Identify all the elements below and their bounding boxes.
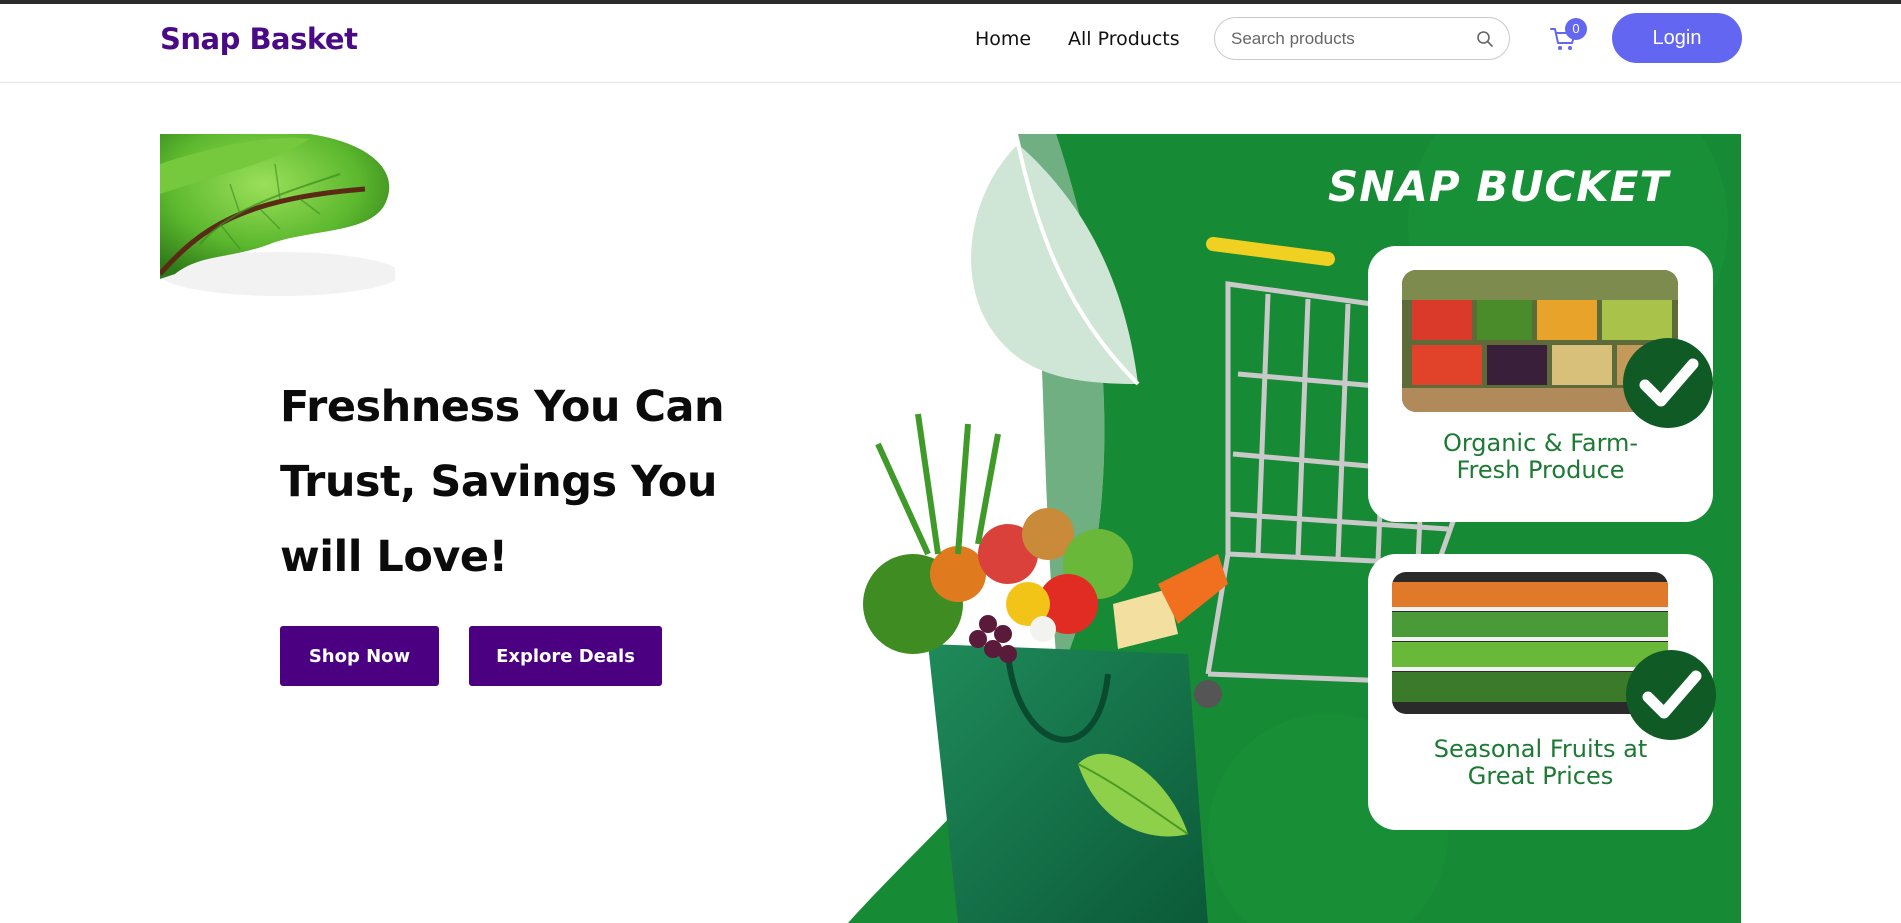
site-logo[interactable]: Snap Basket [160,22,358,56]
explore-deals-button[interactable]: Explore Deals [469,626,662,686]
feature-card-seasonal-line-1: Seasonal Fruits at [1433,735,1648,763]
mint-leaf-image [160,134,395,299]
hero-headline-line-1: Freshness You Can [280,382,725,432]
hero-headline: Freshness You Can Trust, Savings You wil… [280,370,760,595]
feature-card-organic-line-2: Fresh Produce [1456,456,1625,484]
cart-count-badge: 0 [1565,18,1587,40]
feature-card-seasonal-line-2: Great Prices [1467,762,1614,790]
navbar: Snap Basket Home All Products 0 Login [0,4,1901,83]
checkmark-icon [1626,650,1716,740]
feature-card-organic-text: Organic & Farm- Fresh Produce [1368,430,1713,484]
feature-card-organic: Organic & Farm- Fresh Produce [1368,246,1713,522]
promo-banner: SNAP BUCKET Organic & Farm- Fresh Produc… [808,134,1741,923]
checkmark-icon [1623,338,1713,428]
nav-home-link[interactable]: Home [975,28,1031,50]
search-box [1214,17,1510,60]
login-button[interactable]: Login [1612,13,1742,63]
hero-headline-line-2: Trust, Savings You [280,457,717,507]
feature-card-seasonal: Seasonal Fruits at Great Prices [1368,554,1716,830]
banner-title: SNAP BUCKET [1328,162,1670,211]
feature-card-organic-line-1: Organic & Farm- [1442,429,1639,457]
feature-card-seasonal-text: Seasonal Fruits at Great Prices [1368,736,1713,790]
hero-headline-line-3: will Love! [280,532,508,582]
search-icon[interactable] [1475,29,1495,49]
search-input[interactable] [1231,27,1471,51]
nav-all-products-link[interactable]: All Products [1068,28,1180,50]
shop-now-button[interactable]: Shop Now [280,626,439,686]
